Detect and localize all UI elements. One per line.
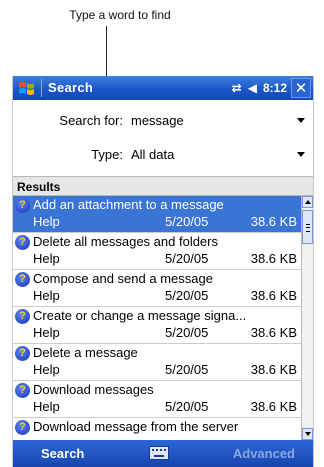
item-date: 5/20/05: [165, 325, 209, 340]
list-item[interactable]: ? Delete a message Help 5/20/05 38.6 KB: [13, 344, 301, 381]
list-item[interactable]: ? Download messages Help 5/20/05 38.6 KB: [13, 381, 301, 418]
type-row: Type: All data: [13, 140, 313, 168]
item-title: Download message from the server: [33, 419, 239, 434]
results-scrollbar[interactable]: [301, 196, 313, 440]
item-size: 38.6 KB: [250, 288, 297, 303]
app-title: Search: [41, 79, 93, 97]
item-size: 38.6 KB: [250, 399, 297, 414]
grip-icon: [306, 224, 310, 232]
item-size: 38.6 KB: [250, 214, 297, 229]
item-category: Help: [33, 325, 60, 340]
help-icon: ?: [15, 235, 30, 250]
scroll-down-button[interactable]: [302, 428, 313, 440]
advanced-softkey[interactable]: Advanced: [233, 446, 295, 461]
item-size: 38.6 KB: [250, 362, 297, 377]
type-label: Type:: [91, 147, 123, 162]
menu-bar: Search Advanced: [13, 440, 313, 467]
help-icon: ?: [15, 309, 30, 324]
item-title: Add an attachment to a message: [33, 197, 224, 212]
type-select[interactable]: All data: [131, 147, 174, 162]
item-title: Compose and send a message: [33, 271, 213, 286]
connectivity-icon[interactable]: ⇄: [232, 81, 242, 95]
chevron-down-icon[interactable]: [297, 152, 305, 157]
list-item[interactable]: ? Delete all messages and folders Help 5…: [13, 233, 301, 270]
list-item[interactable]: ? Add an attachment to a message Help 5/…: [13, 196, 301, 233]
item-category: Help: [33, 288, 60, 303]
device-screen: Search ⇄ ◀ 8:12 ✕ Search for: message Ty…: [12, 76, 314, 467]
item-category: Help: [33, 251, 60, 266]
search-input[interactable]: message: [131, 113, 184, 128]
search-for-label: Search for:: [59, 113, 123, 128]
scroll-thumb[interactable]: [302, 210, 313, 244]
help-icon: ?: [15, 346, 30, 361]
item-title: Create or change a message signa...: [33, 308, 247, 323]
results-header: Results: [13, 176, 313, 196]
help-icon: ?: [15, 198, 30, 213]
item-date: 5/20/05: [165, 399, 209, 414]
clock[interactable]: 8:12: [263, 81, 287, 95]
item-date: 5/20/05: [165, 362, 209, 377]
item-category: Help: [33, 362, 60, 377]
close-icon: ✕: [294, 80, 308, 97]
close-button[interactable]: ✕: [291, 78, 311, 98]
help-icon: ?: [15, 272, 30, 287]
item-title: Delete all messages and folders: [33, 234, 218, 249]
results-list: ? Add an attachment to a message Help 5/…: [13, 196, 301, 436]
search-for-row: Search for: message: [13, 106, 313, 134]
item-size: 38.6 KB: [250, 251, 297, 266]
status-area: ⇄ ◀ 8:12: [232, 81, 287, 95]
item-date: 5/20/05: [165, 251, 209, 266]
list-item[interactable]: ? Download message from the server: [13, 418, 301, 436]
list-item[interactable]: ? Create or change a message signa... He…: [13, 307, 301, 344]
help-icon: ?: [15, 420, 30, 435]
item-title: Delete a message: [33, 345, 138, 360]
item-date: 5/20/05: [165, 214, 209, 229]
item-category: Help: [33, 214, 60, 229]
item-title: Download messages: [33, 382, 154, 397]
help-icon: ?: [15, 383, 30, 398]
item-category: Help: [33, 399, 60, 414]
keyboard-icon[interactable]: [149, 446, 169, 460]
item-date: 5/20/05: [165, 288, 209, 303]
windows-flag-icon[interactable]: [17, 79, 37, 97]
search-softkey[interactable]: Search: [41, 446, 84, 461]
scroll-up-button[interactable]: [302, 196, 313, 208]
chevron-down-icon[interactable]: [297, 118, 305, 123]
list-item[interactable]: ? Compose and send a message Help 5/20/0…: [13, 270, 301, 307]
item-size: 38.6 KB: [250, 325, 297, 340]
callout-text: Type a word to find: [69, 8, 171, 22]
title-bar: Search ⇄ ◀ 8:12 ✕: [13, 76, 313, 100]
speaker-icon[interactable]: ◀: [248, 81, 257, 95]
